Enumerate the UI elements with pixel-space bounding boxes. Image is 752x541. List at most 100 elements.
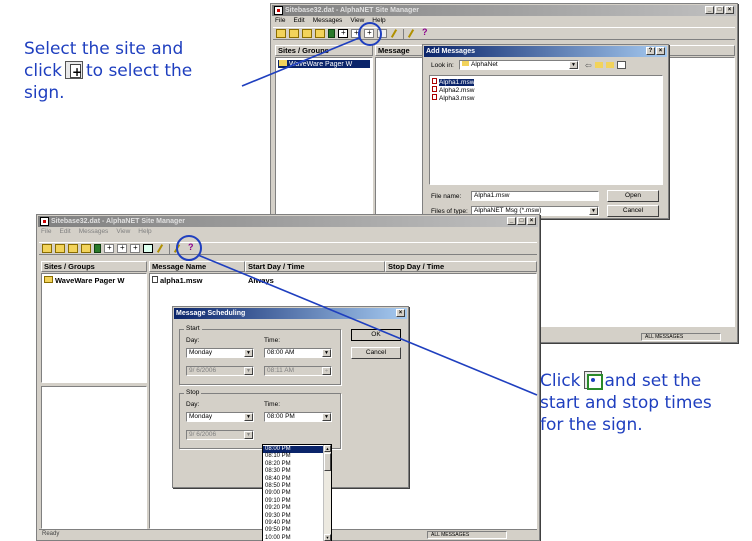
new-folder-icon[interactable] <box>606 62 614 68</box>
front-col-message-name[interactable]: Message Name <box>149 261 245 272</box>
new-group-icon[interactable] <box>55 244 65 253</box>
menu-view[interactable]: View <box>116 228 130 237</box>
help-icon[interactable]: ? <box>646 47 655 55</box>
view-menu-icon[interactable] <box>617 61 626 69</box>
menu-messages[interactable]: Messages <box>313 17 343 26</box>
menu-file[interactable]: File <box>41 228 51 237</box>
open-button[interactable]: Open <box>607 190 659 202</box>
time-option[interactable]: 09:10 PM <box>263 498 323 505</box>
left-instruction-line2: clickto select the <box>24 60 192 83</box>
stop-day-select[interactable]: Monday ▼ <box>186 412 254 422</box>
flag-icon[interactable] <box>407 29 417 38</box>
close-icon[interactable]: × <box>656 47 665 55</box>
file-list[interactable]: Alpha1.msw Alpha2.msw Alpha3.msw <box>429 75 663 185</box>
chevron-down-icon[interactable]: ▼ <box>244 349 253 357</box>
folder-icon[interactable] <box>315 29 325 38</box>
time-option[interactable]: 08:00 PM <box>263 446 323 454</box>
schedule-icon[interactable] <box>377 29 387 38</box>
front-window-titlebar[interactable]: Sitebase32.dat - AlphaNET Site Manager _… <box>38 216 538 227</box>
folder-icon[interactable] <box>81 244 91 253</box>
back-col-sites[interactable]: Sites / Groups <box>275 45 373 56</box>
site-item[interactable]: WaveWare Pager W <box>44 276 144 285</box>
folder-icon[interactable] <box>302 29 312 38</box>
close-icon[interactable]: × <box>527 217 536 225</box>
minimize-icon[interactable]: _ <box>705 6 714 14</box>
menu-file[interactable]: File <box>275 17 285 26</box>
time-option[interactable]: 08:10 PM <box>263 453 323 460</box>
time-option[interactable]: 08:50 PM <box>263 483 323 490</box>
back-window-titlebar[interactable]: Sitebase32.dat - AlphaNET Site Manager _… <box>272 5 736 16</box>
time-option[interactable]: 08:20 PM <box>263 461 323 468</box>
menu-help[interactable]: Help <box>372 17 385 26</box>
close-icon[interactable]: × <box>396 309 405 317</box>
add-message-icon[interactable] <box>338 28 348 38</box>
time-option[interactable]: 09:40 PM <box>263 520 323 527</box>
stop-time-select[interactable]: 08:00 PM ▼ <box>264 412 332 422</box>
front-sites-panel[interactable]: WaveWare Pager W <box>41 273 147 383</box>
ok-button[interactable]: OK <box>351 329 401 341</box>
pencil-icon[interactable] <box>156 244 166 253</box>
front-col-sites[interactable]: Sites / Groups <box>41 261 147 272</box>
menu-edit[interactable]: Edit <box>59 228 70 237</box>
document-icon[interactable] <box>351 28 361 38</box>
time-option[interactable]: 08:40 PM <box>263 476 323 483</box>
up-folder-icon[interactable] <box>595 62 603 68</box>
help-icon[interactable] <box>420 27 430 38</box>
add-messages-titlebar[interactable]: Add Messages ? × <box>424 46 667 57</box>
new-group-icon[interactable] <box>289 29 299 38</box>
menu-view[interactable]: View <box>350 17 364 26</box>
scroll-thumb[interactable] <box>324 453 331 471</box>
stop-time-dropdown-list[interactable]: 08:00 PM 08:10 PM 08:20 PM 08:30 PM 08:40 PM… <box>262 444 332 541</box>
chevron-down-icon[interactable]: ▼ <box>589 207 598 215</box>
folder-icon[interactable] <box>68 244 78 253</box>
dropdown-scrollbar[interactable]: ▲ ▼ <box>323 445 331 541</box>
look-in-select[interactable]: AlphaNet ▼ <box>459 60 579 70</box>
exit-icon[interactable] <box>94 244 101 253</box>
scroll-down-icon[interactable]: ▼ <box>324 534 331 541</box>
file-name-input[interactable]: Alpha1.msw <box>471 191 599 201</box>
start-time-select[interactable]: 08:00 AM ▼ <box>264 348 332 358</box>
document-icon[interactable] <box>117 243 127 253</box>
maximize-icon[interactable]: □ <box>715 6 724 14</box>
time-option[interactable]: 09:20 PM <box>263 505 323 512</box>
time-option[interactable]: 09:50 PM <box>263 527 323 534</box>
front-col-stop[interactable]: Stop Day / Time <box>385 261 537 272</box>
front-sites-lower-panel[interactable] <box>41 386 147 529</box>
open-folder-icon[interactable] <box>276 29 286 38</box>
minimize-icon[interactable]: _ <box>507 217 516 225</box>
menu-edit[interactable]: Edit <box>293 17 304 26</box>
document-icon[interactable] <box>130 243 140 253</box>
scroll-up-icon[interactable]: ▲ <box>324 445 331 452</box>
chevron-down-icon[interactable]: ▼ <box>244 413 253 421</box>
menu-help[interactable]: Help <box>138 228 151 237</box>
message-row[interactable]: alpha1.msw <box>152 276 203 285</box>
exit-icon[interactable] <box>328 29 335 38</box>
cancel-button[interactable]: Cancel <box>351 347 401 359</box>
maximize-icon[interactable]: □ <box>517 217 526 225</box>
document-icon[interactable] <box>364 28 374 38</box>
file-item[interactable]: Alpha1.msw <box>432 78 660 86</box>
cancel-button[interactable]: Cancel <box>607 205 659 217</box>
chevron-down-icon[interactable]: ▼ <box>322 413 331 421</box>
time-option[interactable]: 10:00 PM <box>263 535 323 541</box>
file-item[interactable]: Alpha3.msw <box>432 94 660 102</box>
open-folder-icon[interactable] <box>42 244 52 253</box>
site-item[interactable]: WaveWare Pager W <box>278 60 370 68</box>
start-day-select[interactable]: Monday ▼ <box>186 348 254 358</box>
chevron-down-icon[interactable]: ▼ <box>322 349 331 357</box>
close-icon[interactable]: × <box>725 6 734 14</box>
schedule-icon[interactable] <box>143 244 153 253</box>
pencil-icon[interactable] <box>390 29 400 38</box>
add-message-icon[interactable] <box>104 243 114 253</box>
help-icon[interactable] <box>186 242 196 253</box>
scheduling-titlebar[interactable]: Message Scheduling × <box>174 308 407 319</box>
chevron-down-icon[interactable]: ▼ <box>569 61 578 69</box>
back-arrow-icon[interactable]: ⇦ <box>585 61 592 70</box>
front-col-start[interactable]: Start Day / Time <box>245 261 385 272</box>
time-option[interactable]: 08:30 PM <box>263 468 323 475</box>
file-item[interactable]: Alpha2.msw <box>432 86 660 94</box>
flag-icon[interactable] <box>173 244 183 253</box>
time-option[interactable]: 09:30 PM <box>263 513 323 520</box>
menu-messages[interactable]: Messages <box>79 228 109 237</box>
time-option[interactable]: 09:00 PM <box>263 490 323 497</box>
